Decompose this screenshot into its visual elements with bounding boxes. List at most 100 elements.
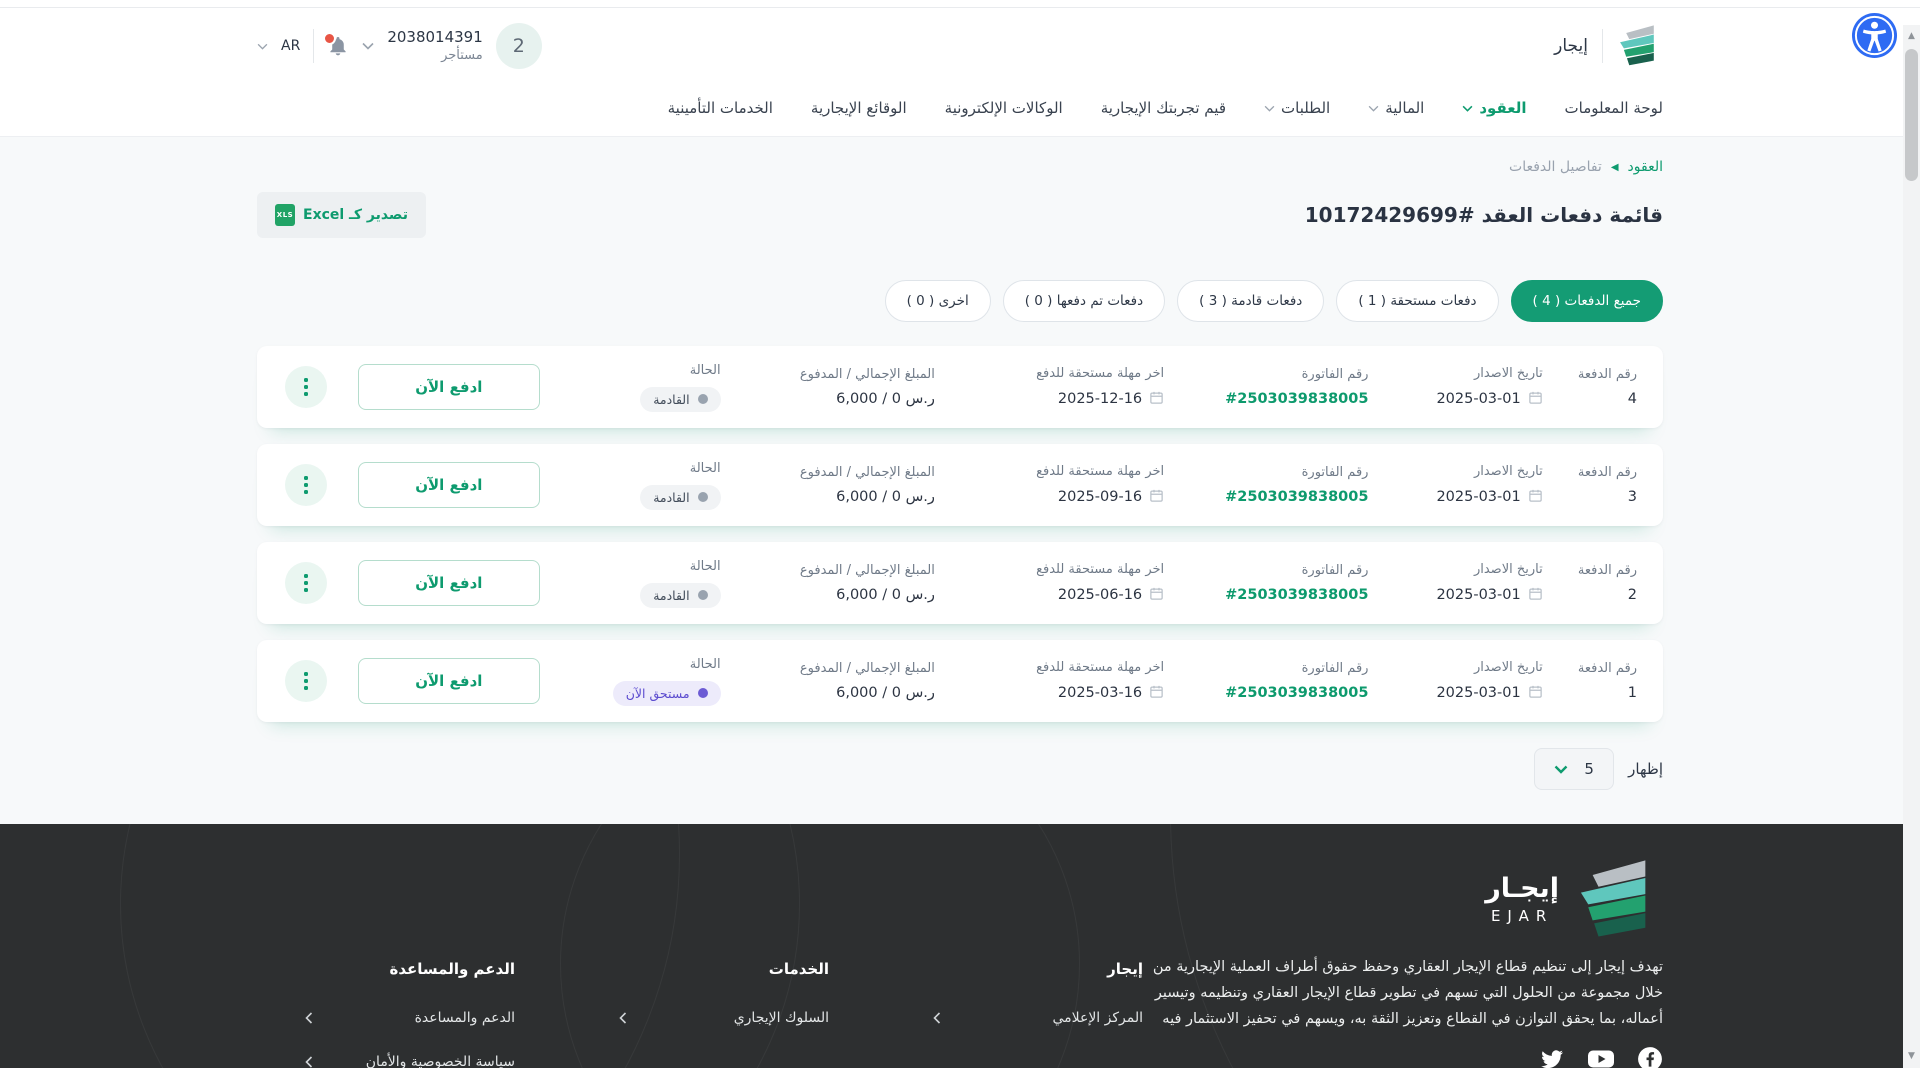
export-excel-button[interactable]: تصدير كـ Excel XLS bbox=[257, 192, 426, 238]
chevron-down-icon bbox=[1264, 105, 1275, 112]
amount-value: 6,000 / 0 ر.س bbox=[745, 685, 935, 701]
pay-cell: ادفع الآن bbox=[351, 560, 546, 606]
status-label: الحالة bbox=[571, 657, 721, 672]
per-page-label: إظهار bbox=[1628, 760, 1663, 778]
filter-other-payments[interactable]: اخرى ( 0 ) bbox=[885, 280, 991, 322]
user-menu-chevron-icon[interactable] bbox=[362, 42, 374, 50]
footer-column-services: الخدمات السلوك الإيجاري bbox=[619, 960, 829, 1068]
calendar-icon bbox=[1149, 684, 1164, 703]
payment-row: رقم الدفعة 3 تاريخ الاصدار 2025-03-01 رق… bbox=[257, 444, 1663, 526]
footer-description: تهدف إيجار إلى تنظيم قطاع الإيجار العقار… bbox=[1143, 954, 1663, 1032]
pay-cell: ادفع الآن bbox=[351, 462, 546, 508]
nav-item-finance[interactable]: المالية bbox=[1368, 99, 1424, 117]
twitter-icon[interactable] bbox=[1539, 1046, 1565, 1068]
footer-link-media-center[interactable]: المركز الإعلامي bbox=[933, 1010, 1143, 1026]
filter-all-payments[interactable]: جميع الدفعات ( 4 ) bbox=[1511, 280, 1663, 322]
status-badge: القادمة bbox=[640, 583, 720, 608]
payment-row: رقم الدفعة 4 تاريخ الاصدار 2025-03-01 رق… bbox=[257, 346, 1663, 428]
accessibility-widget-button[interactable] bbox=[1851, 12, 1898, 59]
amount-value: 6,000 / 0 ر.س bbox=[745, 489, 935, 505]
issue-date-cell: تاريخ الاصدار 2025-03-01 bbox=[1393, 464, 1543, 507]
invoice-number-value[interactable]: #2503039838005 bbox=[1188, 685, 1368, 701]
due-date-value: 2025-03-16 bbox=[1058, 685, 1142, 701]
issue-date-cell: تاريخ الاصدار 2025-03-01 bbox=[1393, 660, 1543, 703]
pay-cell: ادفع الآن bbox=[351, 364, 546, 410]
amount-cell: المبلغ الإجمالي / المدفوع 6,000 / 0 ر.س bbox=[745, 367, 935, 407]
footer-link-privacy-policy[interactable]: سياسة الخصوصية والأمان bbox=[305, 1054, 515, 1068]
site-header: إيجار 2 2038014391 مستأجر AR bbox=[0, 8, 1920, 137]
avatar[interactable]: 2 bbox=[496, 23, 542, 69]
issue-date-label: تاريخ الاصدار bbox=[1393, 464, 1543, 479]
issue-date-cell: تاريخ الاصدار 2025-03-01 bbox=[1393, 366, 1543, 409]
pay-now-button[interactable]: ادفع الآن bbox=[358, 364, 540, 410]
ejar-logo-icon bbox=[1617, 23, 1663, 70]
pay-now-button[interactable]: ادفع الآن bbox=[358, 462, 540, 508]
row-actions-kebab-icon[interactable] bbox=[285, 562, 327, 604]
amount-label: المبلغ الإجمالي / المدفوع bbox=[745, 661, 935, 676]
accessibility-icon bbox=[1851, 12, 1898, 59]
pay-now-button[interactable]: ادفع الآن bbox=[358, 658, 540, 704]
due-date-value: 2025-09-16 bbox=[1058, 489, 1142, 505]
breadcrumb-contracts[interactable]: العقود bbox=[1628, 159, 1663, 175]
due-date-value: 2025-12-16 bbox=[1058, 391, 1142, 407]
invoice-number-value[interactable]: #2503039838005 bbox=[1188, 587, 1368, 603]
amount-label: المبلغ الإجمالي / المدفوع bbox=[745, 367, 935, 382]
language-chevron-icon[interactable] bbox=[257, 43, 268, 50]
calendar-icon bbox=[1528, 586, 1543, 605]
chevron-down-icon bbox=[1554, 765, 1568, 774]
scrollbar-thumb[interactable] bbox=[1905, 49, 1918, 181]
payment-number-cell: رقم الدفعة 4 bbox=[1567, 367, 1637, 407]
payment-number-label: رقم الدفعة bbox=[1567, 661, 1637, 676]
amount-value: 6,000 / 0 ر.س bbox=[745, 391, 935, 407]
scrollbar[interactable]: ▲ ▼ bbox=[1903, 25, 1920, 1068]
nav-item-contracts[interactable]: العقود bbox=[1462, 99, 1526, 117]
filter-due-payments[interactable]: دفعات مستحقة ( 1 ) bbox=[1336, 280, 1498, 322]
row-actions-kebab-icon[interactable] bbox=[285, 464, 327, 506]
per-page-select[interactable]: 5 bbox=[1534, 748, 1614, 790]
filter-paid-payments[interactable]: دفعات تم دفعها ( 0 ) bbox=[1003, 280, 1165, 322]
user-cluster: 2 2038014391 مستأجر AR bbox=[257, 23, 542, 69]
due-date-value: 2025-06-16 bbox=[1058, 587, 1142, 603]
nav-item-dashboard[interactable]: لوحة المعلومات bbox=[1565, 99, 1664, 117]
footer-brand-block: إيجـار EJAR تهدف إيجار إلى تنظيم قطاع ال… bbox=[1143, 856, 1663, 1068]
nav-item-eagencies[interactable]: الوكالات الإلكترونية bbox=[945, 99, 1063, 117]
facebook-icon[interactable] bbox=[1637, 1046, 1663, 1068]
row-actions-kebab-icon[interactable] bbox=[285, 660, 327, 702]
row-actions-kebab-icon[interactable] bbox=[285, 366, 327, 408]
calendar-icon bbox=[1528, 390, 1543, 409]
invoice-number-cell: رقم الفاتورة #2503039838005 bbox=[1188, 465, 1368, 505]
chevron-left-icon bbox=[933, 1012, 941, 1024]
filter-upcoming-payments[interactable]: دفعات قادمة ( 3 ) bbox=[1177, 280, 1324, 322]
language-label[interactable]: AR bbox=[281, 38, 300, 54]
invoice-number-value[interactable]: #2503039838005 bbox=[1188, 391, 1368, 407]
youtube-icon[interactable] bbox=[1587, 1046, 1615, 1068]
footer-link-support[interactable]: الدعم والمساعدة bbox=[305, 1010, 515, 1026]
payment-number-cell: رقم الدفعة 1 bbox=[1567, 661, 1637, 701]
nav-item-rental-incidents[interactable]: الوقائع الإيجارية bbox=[811, 99, 907, 117]
scrollbar-up-arrow-icon[interactable]: ▲ bbox=[1903, 32, 1920, 41]
status-dot-icon bbox=[698, 394, 708, 404]
notifications-bell-icon[interactable] bbox=[327, 35, 349, 57]
nav-item-rate-experience[interactable]: قيم تجربتك الإيجارية bbox=[1101, 99, 1226, 117]
chevron-left-icon bbox=[305, 1056, 313, 1068]
nav-item-requests[interactable]: الطلبات bbox=[1264, 99, 1330, 117]
due-date-cell: اخر مهلة مستحقة للدفع 2025-06-16 bbox=[959, 562, 1164, 605]
scrollbar-down-arrow-icon[interactable]: ▼ bbox=[1903, 1052, 1920, 1061]
pay-now-button[interactable]: ادفع الآن bbox=[358, 560, 540, 606]
payment-filters: جميع الدفعات ( 4 ) دفعات مستحقة ( 1 ) دف… bbox=[257, 280, 1663, 322]
issue-date-value: 2025-03-01 bbox=[1436, 391, 1520, 407]
invoice-number-value[interactable]: #2503039838005 bbox=[1188, 489, 1368, 505]
payment-number-value: 4 bbox=[1567, 391, 1637, 407]
nav-item-insurance-services[interactable]: الخدمات التأمينية bbox=[668, 99, 773, 117]
calendar-icon bbox=[1149, 488, 1164, 507]
calendar-icon bbox=[1149, 586, 1164, 605]
amount-label: المبلغ الإجمالي / المدفوع bbox=[745, 563, 935, 578]
calendar-icon bbox=[1528, 684, 1543, 703]
payment-number-cell: رقم الدفعة 2 bbox=[1567, 563, 1637, 603]
invoice-number-cell: رقم الفاتورة #2503039838005 bbox=[1188, 563, 1368, 603]
status-dot-icon bbox=[698, 590, 708, 600]
topbar-divider bbox=[313, 29, 314, 63]
due-date-cell: اخر مهلة مستحقة للدفع 2025-12-16 bbox=[959, 366, 1164, 409]
brand-block[interactable]: إيجار bbox=[1554, 23, 1663, 70]
footer-link-rental-conduct[interactable]: السلوك الإيجاري bbox=[619, 1010, 829, 1026]
